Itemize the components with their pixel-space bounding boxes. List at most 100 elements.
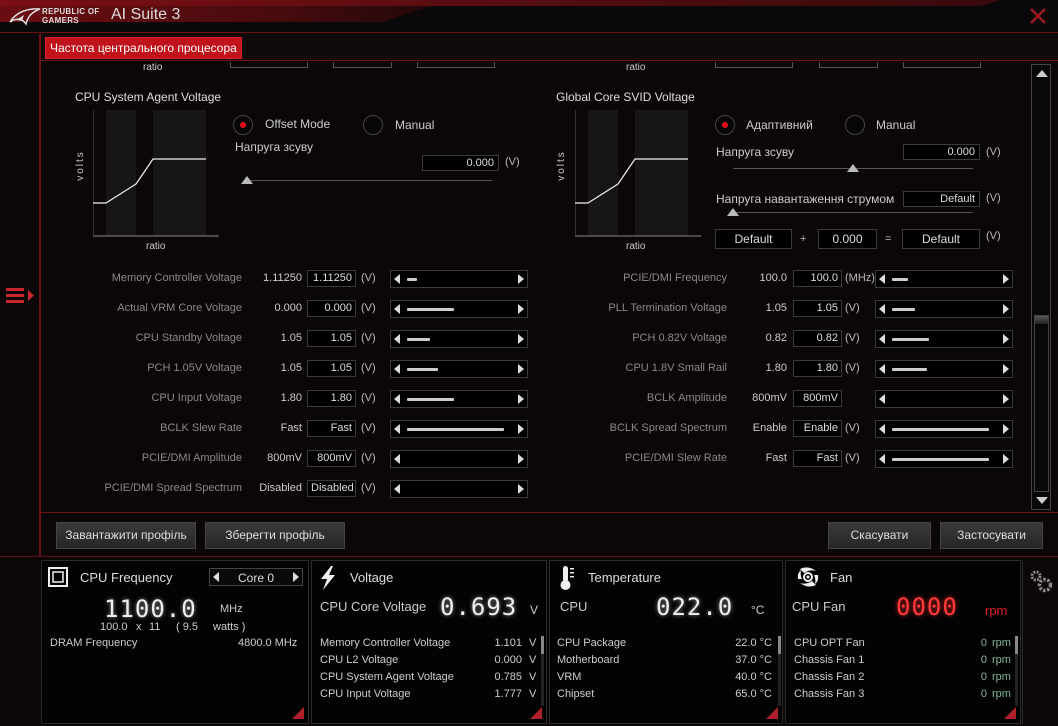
setting-value-input[interactable]: 1.05 <box>307 330 356 347</box>
decrease-arrow-icon[interactable] <box>394 364 400 374</box>
setting-value-input[interactable]: 1.80 <box>793 360 842 377</box>
setting-value-input[interactable]: 1.11250 <box>307 270 356 287</box>
increase-arrow-icon[interactable] <box>1003 334 1009 344</box>
setting-stepper[interactable] <box>875 330 1013 348</box>
decrease-arrow-icon[interactable] <box>879 334 885 344</box>
sa-offset-slider[interactable] <box>241 176 492 186</box>
setting-value-input[interactable]: 100.0 <box>793 270 842 287</box>
expand-corner-icon[interactable] <box>292 707 304 719</box>
scroll-track[interactable] <box>1034 315 1049 492</box>
setting-stepper[interactable] <box>875 420 1013 438</box>
load-line-slider[interactable] <box>727 208 973 218</box>
setting-value-input[interactable]: Enable <box>793 420 842 437</box>
apply-button[interactable]: Застосувати <box>940 522 1043 549</box>
menu-expand-icon[interactable] <box>6 286 38 304</box>
decrease-arrow-icon[interactable] <box>394 304 400 314</box>
decrease-arrow-icon[interactable] <box>879 394 885 404</box>
save-profile-button[interactable]: Зберегти профіль <box>205 522 345 549</box>
setting-stepper[interactable] <box>390 480 528 498</box>
increase-arrow-icon[interactable] <box>518 424 524 434</box>
setting-stepper[interactable] <box>875 390 1013 408</box>
setting-stepper[interactable] <box>390 270 528 288</box>
increase-arrow-icon[interactable] <box>1003 304 1009 314</box>
expand-corner-icon[interactable] <box>766 707 778 719</box>
increase-arrow-icon[interactable] <box>518 394 524 404</box>
gear-icon[interactable] <box>1028 568 1054 594</box>
decrease-arrow-icon[interactable] <box>394 424 400 434</box>
setting-value-input[interactable]: Fast <box>793 450 842 467</box>
core-selector[interactable]: Core 0 <box>209 568 303 586</box>
expand-corner-icon[interactable] <box>1004 707 1016 719</box>
increase-arrow-icon[interactable] <box>1003 394 1009 404</box>
setting-value-input[interactable]: 1.80 <box>307 390 356 407</box>
setting-stepper[interactable] <box>390 450 528 468</box>
scroll-up-icon[interactable] <box>1036 70 1048 77</box>
offset-mode-radio[interactable] <box>233 115 253 135</box>
setting-label: PCIE/DMI Spread Spectrum <box>104 482 242 494</box>
increase-arrow-icon[interactable] <box>518 484 524 494</box>
slider-thumb[interactable] <box>241 176 253 184</box>
cancel-button[interactable]: Скасувати <box>828 522 931 549</box>
decrease-arrow-icon[interactable] <box>879 274 885 284</box>
decrease-arrow-icon[interactable] <box>879 424 885 434</box>
monitor-item-label: CPU OPT Fan <box>794 637 865 649</box>
decrease-arrow-icon[interactable] <box>879 454 885 464</box>
load-line-input[interactable]: Default <box>903 191 980 207</box>
stepper-level-bar <box>407 308 454 311</box>
adaptive-mode-radio[interactable] <box>715 115 735 135</box>
fan-list-scrollbar[interactable] <box>1015 636 1018 706</box>
decrease-arrow-icon[interactable] <box>394 274 400 284</box>
scroll-thumb[interactable] <box>1035 316 1048 324</box>
setting-stepper[interactable] <box>875 360 1013 378</box>
setting-stepper[interactable] <box>390 420 528 438</box>
setting-stepper[interactable] <box>390 360 528 378</box>
setting-stepper[interactable] <box>390 390 528 408</box>
setting-stepper[interactable] <box>390 300 528 318</box>
increase-arrow-icon[interactable] <box>1003 364 1009 374</box>
load-profile-button[interactable]: Завантажити профіль <box>56 522 196 549</box>
decrease-arrow-icon[interactable] <box>879 364 885 374</box>
decrease-arrow-icon[interactable] <box>394 454 400 464</box>
setting-value-input[interactable]: 0.000 <box>307 300 356 317</box>
tab-cpu-frequency[interactable]: Частота центрального процесора <box>45 37 242 59</box>
decrease-arrow-icon[interactable] <box>394 394 400 404</box>
scroll-down-icon[interactable] <box>1036 497 1048 504</box>
increase-arrow-icon[interactable] <box>518 304 524 314</box>
temperature-list-scrollbar[interactable] <box>778 636 781 706</box>
setting-value-input[interactable]: 800mV <box>793 390 842 407</box>
slider-thumb[interactable] <box>847 164 859 172</box>
manual-mode-radio[interactable] <box>363 115 383 135</box>
setting-value-input[interactable]: 0.82 <box>793 330 842 347</box>
expand-corner-icon[interactable] <box>530 707 542 719</box>
svid-offset-slider[interactable] <box>733 164 973 174</box>
main-panel: Частота центрального процесора ratio rat… <box>41 34 1058 556</box>
setting-value-input[interactable]: 1.05 <box>307 360 356 377</box>
increase-arrow-icon[interactable] <box>1003 454 1009 464</box>
increase-arrow-icon[interactable] <box>518 274 524 284</box>
setting-value-input[interactable]: Disabled <box>307 480 356 497</box>
increase-arrow-icon[interactable] <box>518 334 524 344</box>
setting-stepper[interactable] <box>875 300 1013 318</box>
core-next-icon[interactable] <box>293 572 299 582</box>
close-icon[interactable] <box>1028 6 1048 26</box>
decrease-arrow-icon[interactable] <box>394 334 400 344</box>
decrease-arrow-icon[interactable] <box>879 304 885 314</box>
voltage-list-scrollbar[interactable] <box>541 636 544 706</box>
increase-arrow-icon[interactable] <box>518 454 524 464</box>
setting-stepper[interactable] <box>390 330 528 348</box>
decrease-arrow-icon[interactable] <box>394 484 400 494</box>
increase-arrow-icon[interactable] <box>518 364 524 374</box>
setting-stepper[interactable] <box>875 270 1013 288</box>
svid-offset-input[interactable]: 0.000 <box>903 144 980 160</box>
svid-manual-mode-radio[interactable] <box>845 115 865 135</box>
setting-stepper[interactable] <box>875 450 1013 468</box>
increase-arrow-icon[interactable] <box>1003 274 1009 284</box>
setting-current-value: 1.05 <box>280 362 302 374</box>
setting-value-input[interactable]: Fast <box>307 420 356 437</box>
setting-value-input[interactable]: 800mV <box>307 450 356 467</box>
setting-value-input[interactable]: 1.05 <box>793 300 842 317</box>
slider-thumb[interactable] <box>727 208 739 216</box>
content-scrollbar[interactable] <box>1031 64 1051 510</box>
increase-arrow-icon[interactable] <box>1003 424 1009 434</box>
sa-offset-input[interactable]: 0.000 <box>422 155 499 171</box>
